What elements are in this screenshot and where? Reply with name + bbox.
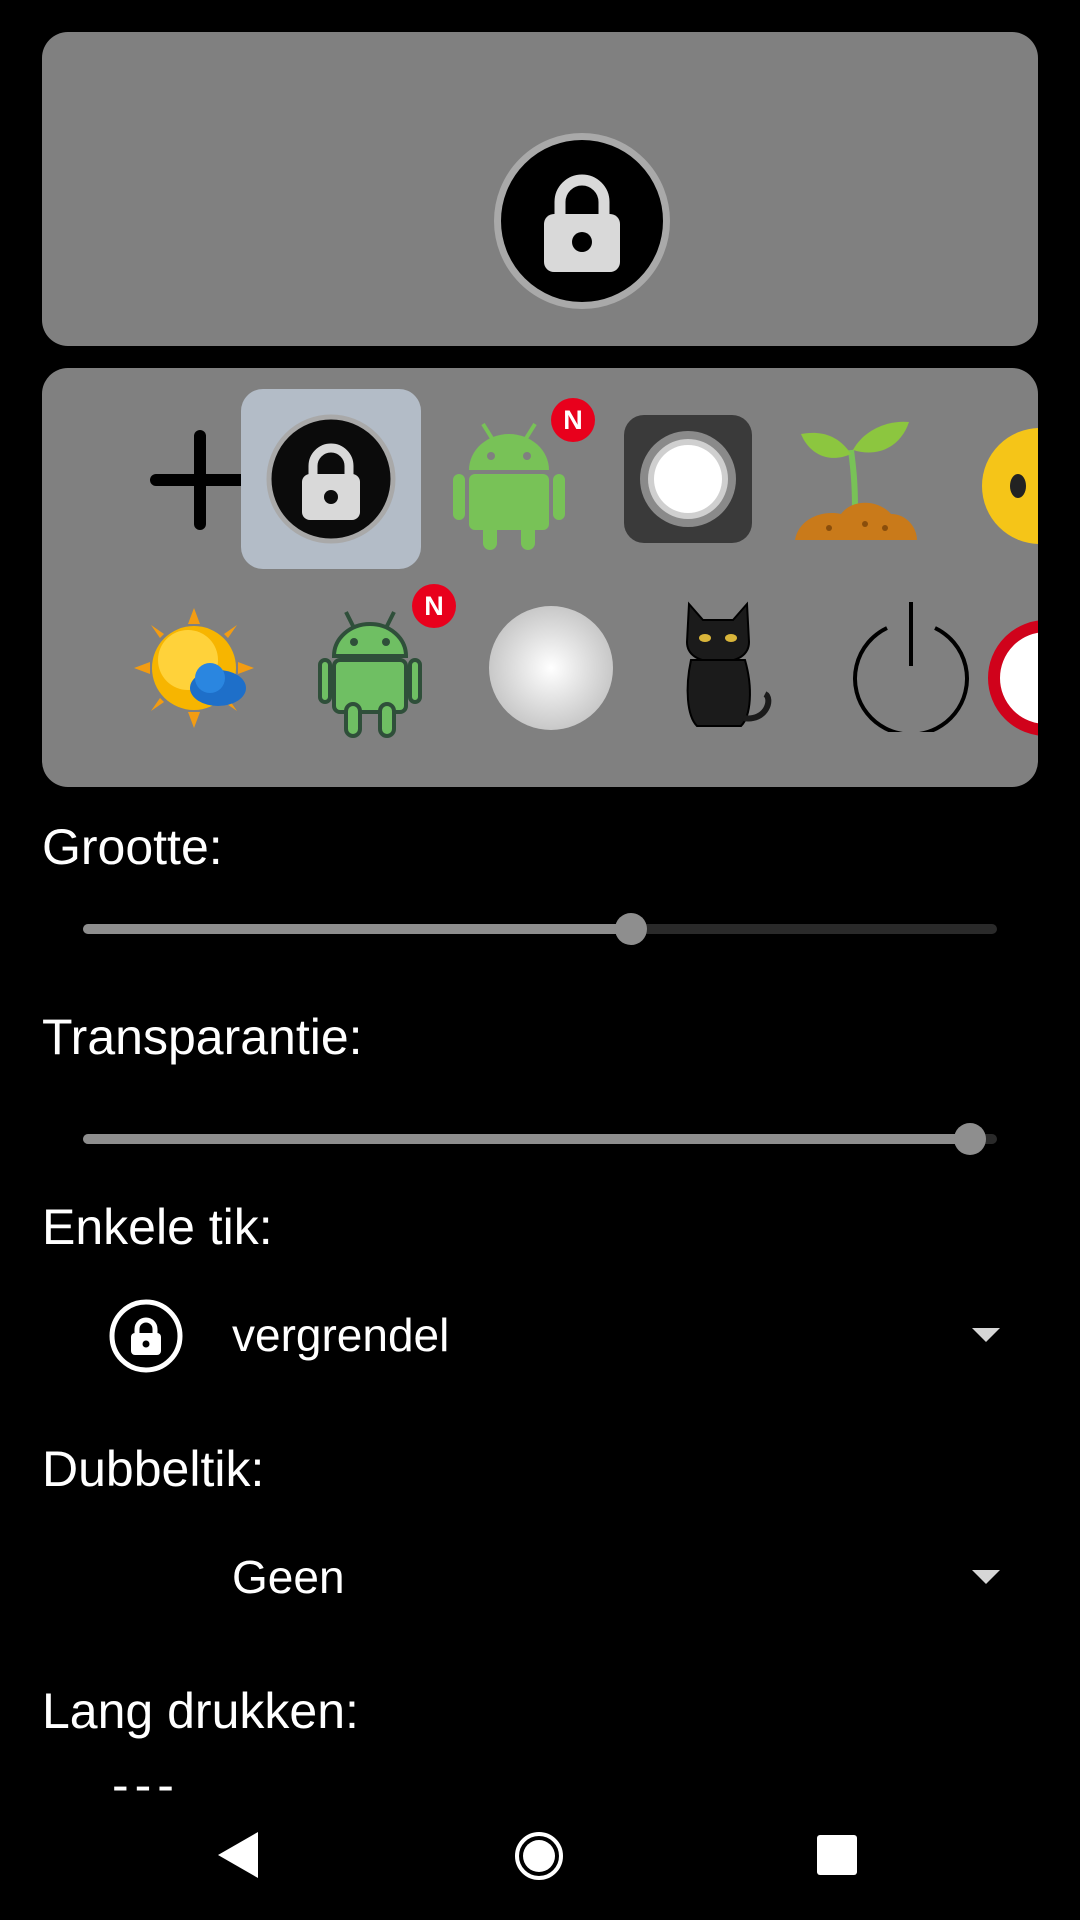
transparency-slider-thumb[interactable] [953,1123,986,1155]
transparency-label: Transparantie: [42,1009,363,1065]
home-icon[interactable] [513,1830,565,1882]
icon-option-white-circle[interactable] [461,578,641,758]
double-tap-dropdown[interactable]: Geen [42,1522,1038,1632]
sprout-icon [795,421,917,540]
double-tap-label: Dubbeltik: [42,1441,265,1497]
power-icon [853,602,969,732]
transparency-slider[interactable] [83,1123,997,1155]
double-tap-value: Geen [232,1551,345,1603]
size-label: Grootte: [42,819,223,875]
recents-icon[interactable] [816,1834,858,1876]
emoji-face-icon [982,428,1038,544]
back-icon[interactable] [216,1830,260,1880]
sun-cloud-icon [134,608,254,728]
floating-button-preview[interactable] [494,133,670,309]
icon-option-lock[interactable] [241,389,421,569]
icon-option-cat[interactable] [641,578,821,758]
button-preview-panel [42,32,1038,346]
no-sign-icon [988,620,1038,736]
icon-option-android[interactable]: N [419,390,599,570]
icon-option-assistive-touch[interactable] [599,390,779,570]
lock-icon [266,414,396,544]
long-press-label: Lang drukken: [42,1683,359,1739]
navigation-bar [0,1800,1080,1920]
icon-option-emoji[interactable] [980,390,1038,570]
lock-circle-icon [109,1299,183,1373]
new-badge: N [551,398,595,442]
icon-gallery: N N [42,368,1038,787]
icon-option-power[interactable] [821,578,1001,758]
android-icon [453,422,565,550]
single-tap-value: vergrendel [232,1309,450,1361]
icon-option-android-outline[interactable]: N [280,578,460,758]
plus-icon [150,430,250,530]
icon-option-sprout[interactable] [777,390,957,570]
android-outline-icon [318,611,422,738]
size-slider[interactable] [83,913,997,945]
dropdown-arrow-icon [972,1570,1000,1584]
single-tap-dropdown[interactable]: vergrendel [42,1280,1038,1390]
dropdown-arrow-icon [972,1328,1000,1342]
single-tap-label: Enkele tik: [42,1199,273,1255]
size-slider-thumb[interactable] [615,913,648,945]
assistive-touch-icon [624,415,752,543]
icon-option-weather[interactable] [102,578,282,758]
black-cat-icon [685,601,772,727]
icon-option-no-sign[interactable] [980,578,1038,758]
lock-icon [544,174,620,272]
transparency-slider-fill [83,1134,970,1144]
white-circle-icon [489,606,613,730]
size-slider-fill [83,924,632,934]
new-badge: N [412,584,456,628]
